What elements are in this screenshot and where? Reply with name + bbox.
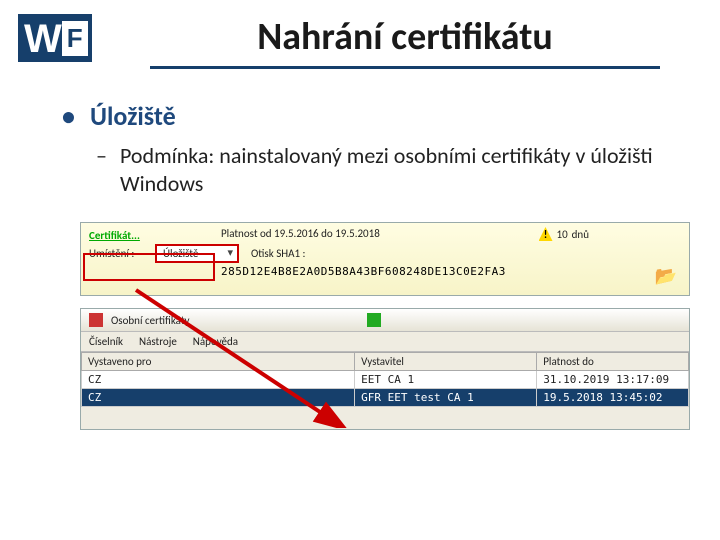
certificate-link[interactable]: Certifikát... bbox=[89, 229, 140, 242]
warning-icon: ! bbox=[539, 227, 553, 241]
bullet-condition: Podmínka: nainstalovaný mezi osobními ce… bbox=[120, 142, 660, 197]
days-count: 10 bbox=[557, 228, 568, 241]
bullet-list: Úložiště Podmínka: nainstalovaný mezi os… bbox=[90, 100, 660, 197]
sha1-value: 285D12E4B8E2A0D5B8A43BF608248DE13C0E2FA3 bbox=[221, 265, 506, 278]
callout-arrow bbox=[126, 288, 366, 428]
col-expires[interactable]: Platnost do bbox=[537, 353, 689, 371]
brand-logo: WF bbox=[18, 14, 92, 62]
menu-ciselnik[interactable]: Číselník bbox=[89, 335, 123, 348]
sha1-label: Otisk SHA1 : bbox=[251, 247, 311, 260]
bullet-storage: Úložiště bbox=[90, 100, 660, 132]
cert-settings-panel: Certifikát... Platnost od 19.5.2016 do 1… bbox=[80, 222, 690, 296]
app-icon bbox=[89, 313, 103, 327]
location-dropdown[interactable]: Úložiště bbox=[155, 244, 239, 263]
validity-text: Platnost od 19.5.2016 do 19.5.2018 bbox=[221, 227, 380, 240]
open-folder-icon[interactable]: 📂 bbox=[655, 265, 677, 287]
days-unit: dnů bbox=[572, 228, 589, 241]
location-label: Umístění : bbox=[89, 247, 149, 260]
toolbar-icon bbox=[367, 313, 381, 327]
slide-title: Nahrání certifikátu bbox=[150, 14, 660, 69]
col-issuer[interactable]: Vystavitel bbox=[355, 353, 537, 371]
days-warning: ! 10 dnů bbox=[539, 227, 590, 241]
